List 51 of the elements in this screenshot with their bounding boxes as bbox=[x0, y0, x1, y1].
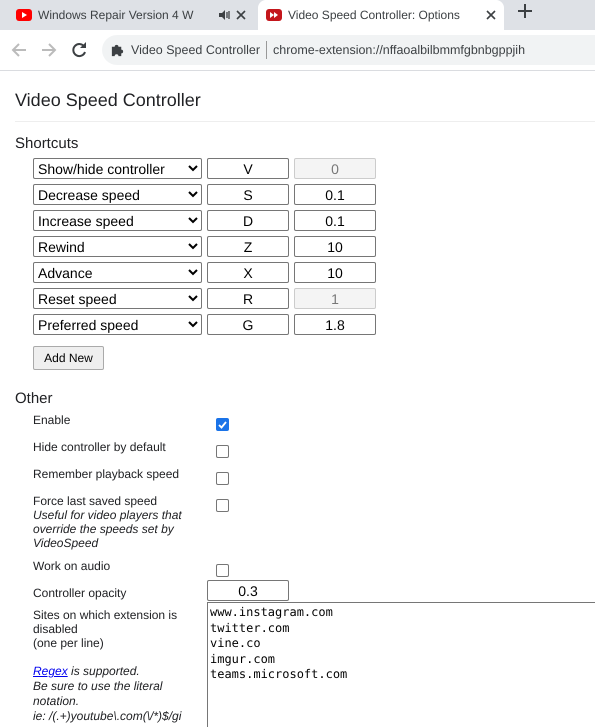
action-select[interactable]: Decrease speed bbox=[33, 184, 202, 205]
action-select[interactable]: Preferred speed bbox=[33, 314, 202, 335]
option-label: Enable bbox=[33, 413, 72, 427]
video-play-icon bbox=[16, 9, 32, 21]
sites-field[interactable]: www.instagram.com twitter.com vine.co imgur.com teams.microsoft.com bbox=[207, 602, 595, 727]
value-field[interactable]: 0.1 bbox=[294, 184, 376, 205]
option-label: Hide controller by default bbox=[33, 440, 167, 454]
key-field[interactable]: G bbox=[207, 314, 289, 335]
section-heading: Other bbox=[15, 390, 54, 407]
action-select[interactable]: Increase speed bbox=[33, 210, 202, 231]
checkbox[interactable] bbox=[216, 445, 229, 458]
add-new-button[interactable]: Add New bbox=[33, 346, 104, 370]
action-select[interactable]: Rewind bbox=[33, 236, 202, 257]
option-note: Useful for video players that override the speeds set by VideoSpeed bbox=[33, 508, 183, 550]
page-title: Video Speed Controller bbox=[15, 71, 595, 122]
reload-icon[interactable] bbox=[70, 41, 88, 59]
blacklist-label: Sites on which extension is disabled bbox=[33, 608, 178, 636]
section-heading: Shortcuts bbox=[15, 135, 80, 152]
value-field[interactable]: 10 bbox=[294, 262, 376, 283]
checkbox[interactable] bbox=[216, 499, 229, 512]
option-label: Remember playback speed bbox=[33, 467, 180, 481]
value-field[interactable]: 0.1 bbox=[294, 210, 376, 231]
browser-tab[interactable]: Windows Repair Version 4 W bbox=[8, 0, 254, 30]
option-label: Controller opacity bbox=[33, 586, 128, 601]
regex-note: ie: /(.+)youtube\.com(\/*)$/gi bbox=[33, 709, 183, 724]
checkbox[interactable] bbox=[216, 418, 229, 431]
key-field[interactable]: X bbox=[207, 262, 289, 283]
option-label: Force last saved speed bbox=[33, 494, 158, 508]
url-text: chrome-extension://nffaoalbilbmmfgbnbgppjih bbox=[273, 43, 526, 57]
browser-tab[interactable]: Video Speed Controller: Options bbox=[258, 0, 504, 30]
option-label: Work on audio bbox=[33, 559, 112, 573]
extension-name: Video Speed Controller bbox=[131, 43, 260, 57]
blacklist-hint: (one per line) bbox=[33, 636, 105, 650]
key-field[interactable]: Z bbox=[207, 236, 289, 257]
value-field[interactable]: 10 bbox=[294, 236, 376, 257]
value-field[interactable]: 1.8 bbox=[294, 314, 376, 335]
puzzle-icon bbox=[110, 42, 125, 58]
close-icon[interactable] bbox=[486, 10, 496, 20]
checkbox[interactable] bbox=[216, 472, 229, 485]
regex-link[interactable]: Regex bbox=[33, 664, 68, 678]
action-select[interactable]: Advance bbox=[33, 262, 202, 283]
fast-forward-icon bbox=[266, 9, 282, 21]
opacity-field[interactable]: 0.3 bbox=[207, 580, 289, 601]
checkbox[interactable] bbox=[216, 564, 229, 577]
key-field[interactable]: D bbox=[207, 210, 289, 231]
regex-note: Regex is supported. bbox=[33, 664, 141, 679]
address-bar[interactable]: Video Speed Controller chrome-extension://nffaoalbilbmmfgbnbgppjih bbox=[102, 35, 595, 65]
regex-note: Be sure to use the literal notation. bbox=[33, 679, 164, 709]
key-field[interactable]: S bbox=[207, 184, 289, 205]
close-icon[interactable] bbox=[236, 10, 246, 20]
new-tab-icon[interactable] bbox=[518, 4, 532, 18]
